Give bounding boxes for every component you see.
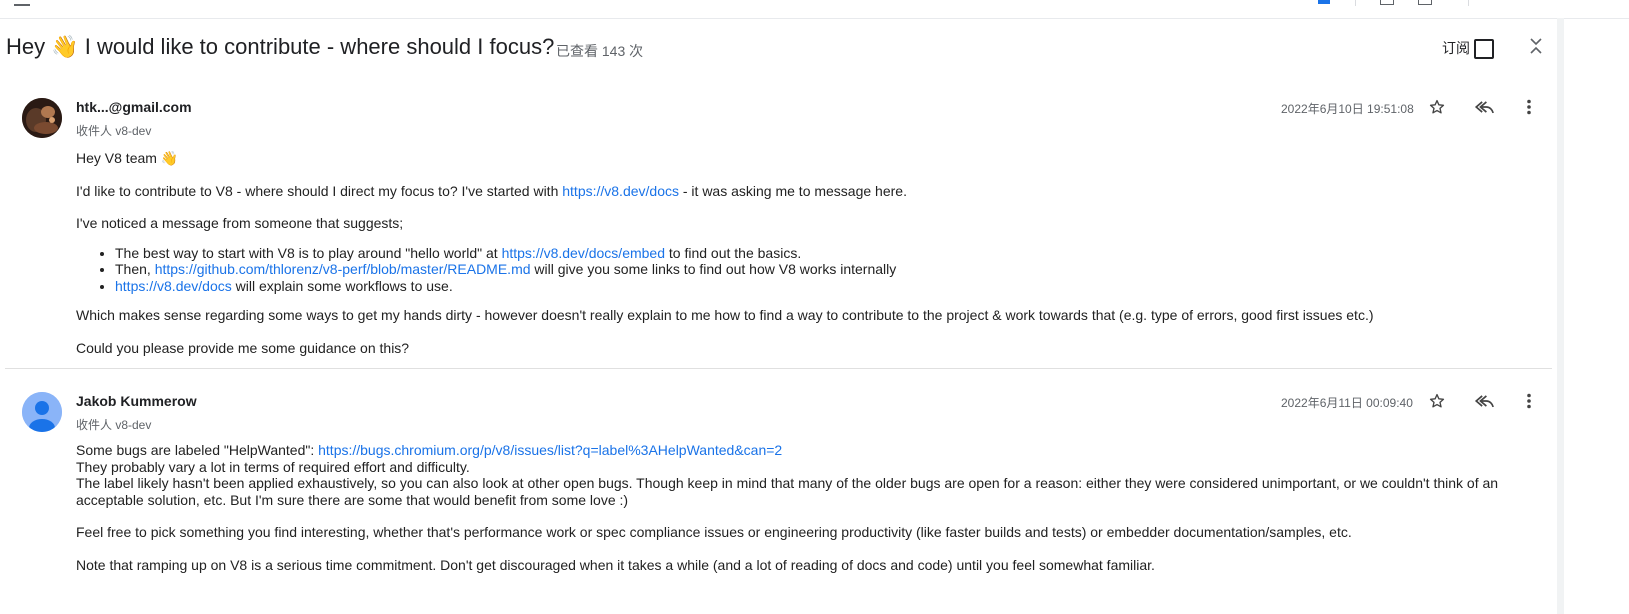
text: - it was asking me to message here. — [678, 182, 907, 199]
text: will give you some links to find out how… — [530, 261, 897, 277]
paragraph: Could you please provide me some guidanc… — [76, 339, 410, 356]
paragraph: Some bugs are labeled "HelpWanted": http… — [76, 442, 1516, 459]
link-docs[interactable]: https://v8.dev/docs — [562, 183, 679, 199]
paragraph: Which makes sense regarding some ways to… — [76, 307, 1374, 323]
more-vert-icon[interactable] — [1517, 95, 1541, 119]
sender-name[interactable]: Jakob Kummerow — [76, 393, 197, 409]
toolbar-icon[interactable] — [1380, 0, 1394, 5]
recipient-line: 收件人 v8-dev — [76, 418, 152, 432]
suggestion-list: The best way to start with V8 is to play… — [76, 245, 1516, 295]
back-arrow-icon[interactable] — [14, 0, 30, 6]
toolbar-divider — [1468, 0, 1469, 6]
avatar[interactable] — [22, 98, 62, 138]
star-icon[interactable] — [1425, 389, 1449, 413]
message-body: Some bugs are labeled "HelpWanted": http… — [76, 442, 1516, 573]
toolbar-icon[interactable] — [1418, 0, 1432, 5]
text: I'd like to contribute to V8 - where sho… — [76, 182, 563, 199]
text: The best way to start with V8 is to play… — [115, 244, 502, 261]
more-vert-icon[interactable] — [1517, 389, 1541, 413]
subscribe-checkbox[interactable] — [1474, 39, 1494, 59]
text: will explain some workflows to use. — [231, 277, 453, 294]
message-divider — [5, 368, 1552, 369]
view-count: 已查看 143 次 — [556, 43, 644, 59]
paragraph: I'd like to contribute to V8 - where sho… — [76, 183, 1516, 200]
link-helpwanted-bugs[interactable]: https://bugs.chromium.org/p/v8/issues/li… — [318, 442, 782, 458]
avatar[interactable] — [22, 392, 62, 432]
link-embed[interactable]: https://v8.dev/docs/embed — [502, 245, 665, 261]
list-item: https://v8.dev/docs will explain some wo… — [115, 278, 1516, 295]
paragraph: I've noticed a message from someone that… — [76, 215, 404, 231]
link-v8-perf[interactable]: https://github.com/thlorenz/v8-perf/blob… — [155, 261, 531, 277]
greeting: Hey V8 team 👋 — [76, 150, 179, 166]
message-date: 2022年6月10日 19:51:08 — [1281, 102, 1414, 116]
top-toolbar — [0, 0, 1629, 19]
message-date: 2022年6月11日 00:09:40 — [1281, 396, 1413, 410]
text: Some bugs are labeled "HelpWanted": — [76, 442, 319, 458]
paragraph: They probably vary a lot in terms of req… — [76, 458, 470, 475]
link-docs[interactable]: https://v8.dev/docs — [115, 278, 232, 294]
scrollbar[interactable] — [1557, 18, 1564, 614]
reply-all-icon[interactable] — [1471, 389, 1495, 413]
text: Then, — [115, 261, 155, 277]
text: to find out the basics. — [665, 244, 802, 261]
message-body: Hey V8 team 👋 I'd like to contribute to … — [76, 150, 1516, 356]
toolbar-icon[interactable] — [1318, 0, 1330, 4]
star-icon[interactable] — [1425, 95, 1449, 119]
thread-subject: Hey 👋 I would like to contribute - where… — [6, 34, 555, 59]
paragraph: Feel free to pick something you find int… — [76, 524, 1352, 540]
recipient-line: 收件人 v8-dev — [76, 124, 152, 138]
list-item: Then, https://github.com/thlorenz/v8-per… — [115, 261, 1516, 278]
thread-header: Hey 👋 I would like to contribute - where… — [6, 30, 1606, 66]
sender-name[interactable]: htk...@gmail.com — [76, 99, 192, 115]
reply-all-icon[interactable] — [1471, 95, 1495, 119]
collapse-all-icon[interactable] — [1524, 34, 1548, 58]
paragraph: Note that ramping up on V8 is a serious … — [76, 556, 1155, 573]
paragraph: The label likely hasn't been applied exh… — [76, 475, 1499, 508]
toolbar-divider — [1355, 0, 1356, 6]
list-item: The best way to start with V8 is to play… — [115, 245, 1516, 262]
subscribe-label: 订阅 — [1442, 40, 1470, 56]
